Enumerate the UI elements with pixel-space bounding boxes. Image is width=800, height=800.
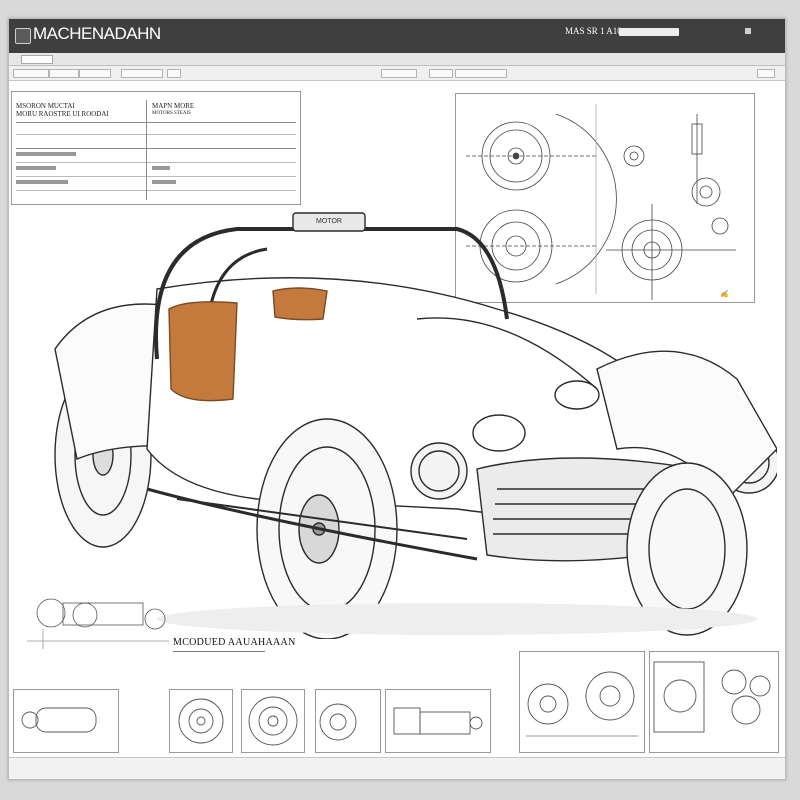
component-panel <box>385 689 491 753</box>
tool-button[interactable] <box>429 69 453 78</box>
app-title: MACHENADAHN <box>33 24 161 43</box>
tool-button[interactable] <box>455 69 507 78</box>
spec-heading-right-sub: MOTORS STEAIS <box>152 111 191 116</box>
spec-rule <box>16 162 296 163</box>
search-input[interactable] <box>619 28 679 36</box>
tool-button[interactable] <box>13 69 49 78</box>
search-icon[interactable] <box>167 69 181 78</box>
spec-heading-left-sub: MORU RAOSTRE UI ROODAI <box>16 110 109 118</box>
spec-rule <box>16 148 296 149</box>
caption-rule <box>173 651 265 652</box>
spec-rule <box>16 176 296 177</box>
spec-entry <box>16 152 76 156</box>
gear-panel <box>649 651 779 753</box>
component-panel <box>241 689 305 753</box>
engine-sketch <box>27 598 169 649</box>
tool-button[interactable] <box>49 69 79 78</box>
gear-panel <box>519 651 645 753</box>
spec-entry <box>152 180 176 184</box>
component-panel <box>315 689 381 753</box>
spec-rule <box>16 190 296 191</box>
tool-button[interactable] <box>79 69 111 78</box>
app-window: MACHENADAHN MAS SR 1 A10 MSORON MUCTAI M… <box>8 18 786 780</box>
component-panel <box>169 689 233 753</box>
tool-button[interactable] <box>381 69 417 78</box>
diagram-caption: MCODUED AAUAHAAAN <box>173 637 296 648</box>
window-right-label: MAS SR 1 A10 <box>565 26 622 36</box>
component-panel <box>13 689 119 753</box>
spec-rule <box>16 134 296 135</box>
menu-bar <box>9 53 785 66</box>
spec-entry <box>152 166 170 170</box>
spec-entry <box>16 180 68 184</box>
car-badge: MOTOR <box>316 218 342 225</box>
app-icon[interactable] <box>15 28 31 44</box>
spec-divider <box>146 100 147 200</box>
spec-heading-left: MSORON MUCTAI <box>16 102 75 110</box>
title-bar: MACHENADAHN MAS SR 1 A10 <box>9 19 785 53</box>
menu-field[interactable] <box>21 55 53 64</box>
toolbar <box>9 66 785 81</box>
tool-button[interactable] <box>121 69 163 78</box>
spec-rule <box>16 122 296 123</box>
tool-button[interactable] <box>757 69 775 78</box>
spec-sheet: MSORON MUCTAI MORU RAOSTRE UI ROODAI MAP… <box>11 91 301 205</box>
spec-heading-right: MAPN MORE <box>152 102 195 110</box>
car-illustration: MOTOR <box>37 199 780 640</box>
status-bar <box>9 757 785 779</box>
close-icon[interactable] <box>745 28 751 34</box>
spec-entry <box>16 166 56 170</box>
